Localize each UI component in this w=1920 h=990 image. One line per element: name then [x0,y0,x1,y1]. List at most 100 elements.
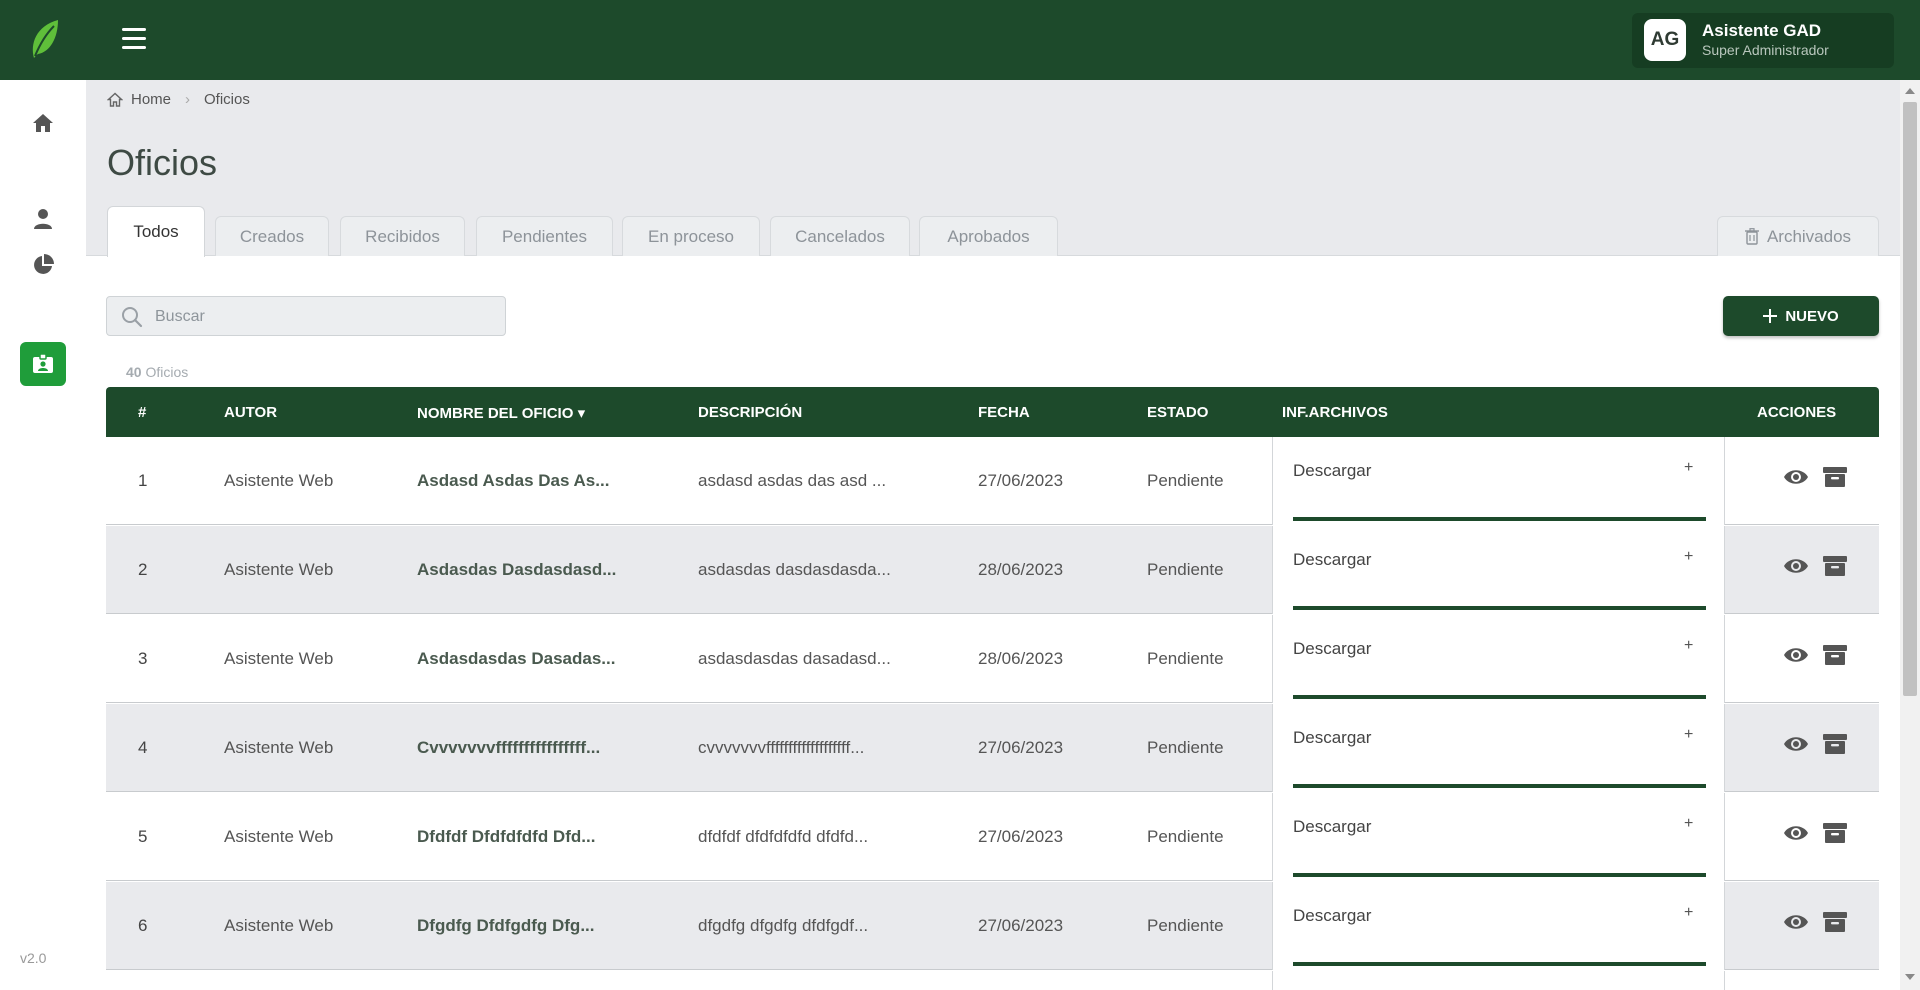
row-fecha: 27/06/2023 [978,827,1064,846]
col-descripcion[interactable]: DESCRIPCIÓN [698,404,802,421]
view-eye-icon[interactable] [1783,911,1809,933]
tab-en-proceso[interactable]: En proceso [622,216,760,256]
download-progress-bar [1293,517,1706,521]
expand-plus-icon[interactable]: + [1684,815,1693,833]
table-header: # AUTOR NOMBRE DEL OFICIO ▾ DESCRIPCIÓN … [106,387,1879,437]
expand-plus-icon[interactable]: + [1684,637,1693,655]
record-count-label: Oficios [145,364,189,380]
new-oficio-button[interactable]: NUEVO [1723,296,1879,336]
row-nombre[interactable]: Asdasdasdas Dasadas... [417,649,615,669]
archive-icon[interactable] [1823,644,1847,666]
col-estado[interactable]: ESTADO [1147,404,1208,421]
download-panel: Descargar + [1272,704,1725,792]
row-nombre[interactable]: Asdasdas Dasdasdasd... [417,560,616,580]
scroll-down-arrow-icon[interactable] [1905,974,1915,980]
col-fecha[interactable]: FECHA [978,404,1030,421]
row-descripcion: cvvvvvvvfffffffffffffffffff... [698,738,865,757]
download-panel [1272,971,1725,990]
row-autor: Asistente Web [224,649,334,668]
download-progress-bar [1293,606,1706,610]
row-estado: Pendiente [1147,827,1224,846]
download-link[interactable]: Descargar [1293,817,1371,837]
row-autor: Asistente Web [224,738,334,757]
row-fecha: 27/06/2023 [978,738,1064,757]
chevron-right-icon: › [185,91,191,108]
avatar: AG [1644,19,1686,61]
tab-recibidos[interactable]: Recibidos [340,216,465,256]
tab-aprobados[interactable]: Aprobados [919,216,1058,256]
col-nombre[interactable]: NOMBRE DEL OFICIO ▾ [417,404,585,422]
download-panel: Descargar + [1272,882,1725,970]
row-descripcion: dfgdfg dfgdfg dfdfgdf... [698,916,869,935]
download-link[interactable]: Descargar [1293,639,1371,659]
expand-plus-icon[interactable]: + [1684,726,1693,744]
row-nombre[interactable]: Asdasd Asdas Das As... [417,471,609,491]
tab-archivados[interactable]: Archivados [1717,216,1879,256]
archive-icon[interactable] [1823,911,1847,933]
table-row: 2 Asistente Web Asdasdas Dasdasdasd... a… [106,526,1879,614]
row-nombre[interactable]: Cvvvvvvvffffffffffffffff... [417,738,600,758]
home-icon[interactable] [26,106,60,140]
row-estado: Pendiente [1147,560,1224,579]
expand-plus-icon[interactable]: + [1684,459,1693,477]
view-eye-icon[interactable] [1783,644,1809,666]
download-progress-bar [1293,873,1706,877]
row-number: 6 [138,916,148,935]
user-role: Super Administrador [1702,42,1829,58]
download-panel: Descargar + [1272,437,1725,525]
row-nombre[interactable]: Dfgdfg Dfdfgdfg Dfg... [417,916,595,936]
breadcrumb-home[interactable]: Home [131,91,171,108]
download-link[interactable]: Descargar [1293,461,1371,481]
archive-icon[interactable] [1823,822,1847,844]
sort-desc-icon: ▾ [577,405,586,422]
scroll-up-arrow-icon[interactable] [1905,88,1915,94]
archive-icon[interactable] [1823,555,1847,577]
version-label: v2.0 [20,950,47,966]
user-icon[interactable] [26,202,60,236]
home-outline-icon[interactable] [107,92,123,108]
download-link[interactable]: Descargar [1293,906,1371,926]
expand-plus-icon[interactable]: + [1684,904,1693,922]
vertical-scrollbar[interactable] [1900,80,1920,990]
tab-cancelados[interactable]: Cancelados [770,216,910,256]
row-estado: Pendiente [1147,649,1224,668]
row-estado: Pendiente [1147,916,1224,935]
archive-icon[interactable] [1823,733,1847,755]
user-profile-card[interactable]: AG Asistente GAD Super Administrador [1632,13,1894,68]
download-panel: Descargar + [1272,793,1725,881]
expand-plus-icon[interactable]: + [1684,548,1693,566]
row-estado: Pendiente [1147,738,1224,757]
record-count-value: 40 [126,364,142,380]
trash-icon [1744,228,1759,245]
tab-todos[interactable]: Todos [107,206,205,257]
tab-creados[interactable]: Creados [215,216,329,256]
id-badge-icon[interactable] [20,342,66,386]
view-eye-icon[interactable] [1783,466,1809,488]
download-link[interactable]: Descargar [1293,728,1371,748]
scrollbar-thumb[interactable] [1903,102,1917,696]
leaf-logo-icon[interactable] [28,18,60,62]
archive-icon[interactable] [1823,466,1847,488]
tab-pendientes[interactable]: Pendientes [476,216,613,256]
search-input[interactable] [155,305,495,329]
row-autor: Asistente Web [224,471,334,490]
row-fecha: 28/06/2023 [978,649,1064,668]
view-eye-icon[interactable] [1783,733,1809,755]
table-row: 3 Asistente Web Asdasdasdas Dasadas... a… [106,615,1879,703]
row-autor: Asistente Web [224,560,334,579]
user-name: Asistente GAD [1702,21,1822,40]
view-eye-icon[interactable] [1783,822,1809,844]
search-icon [122,307,143,328]
sidebar: v2.0 [0,80,86,990]
col-nombre-label: NOMBRE DEL OFICIO [417,405,574,422]
plus-icon [1763,309,1778,323]
col-autor[interactable]: AUTOR [224,404,277,421]
pie-chart-icon[interactable] [26,248,60,282]
view-eye-icon[interactable] [1783,555,1809,577]
row-fecha: 27/06/2023 [978,916,1064,935]
new-button-label: NUEVO [1785,307,1839,325]
menu-toggle-icon[interactable] [122,28,146,50]
row-nombre[interactable]: Dfdfdf Dfdfdfdfd Dfd... [417,827,595,847]
download-link[interactable]: Descargar [1293,550,1371,570]
tab-archivados-label: Archivados [1766,226,1852,246]
